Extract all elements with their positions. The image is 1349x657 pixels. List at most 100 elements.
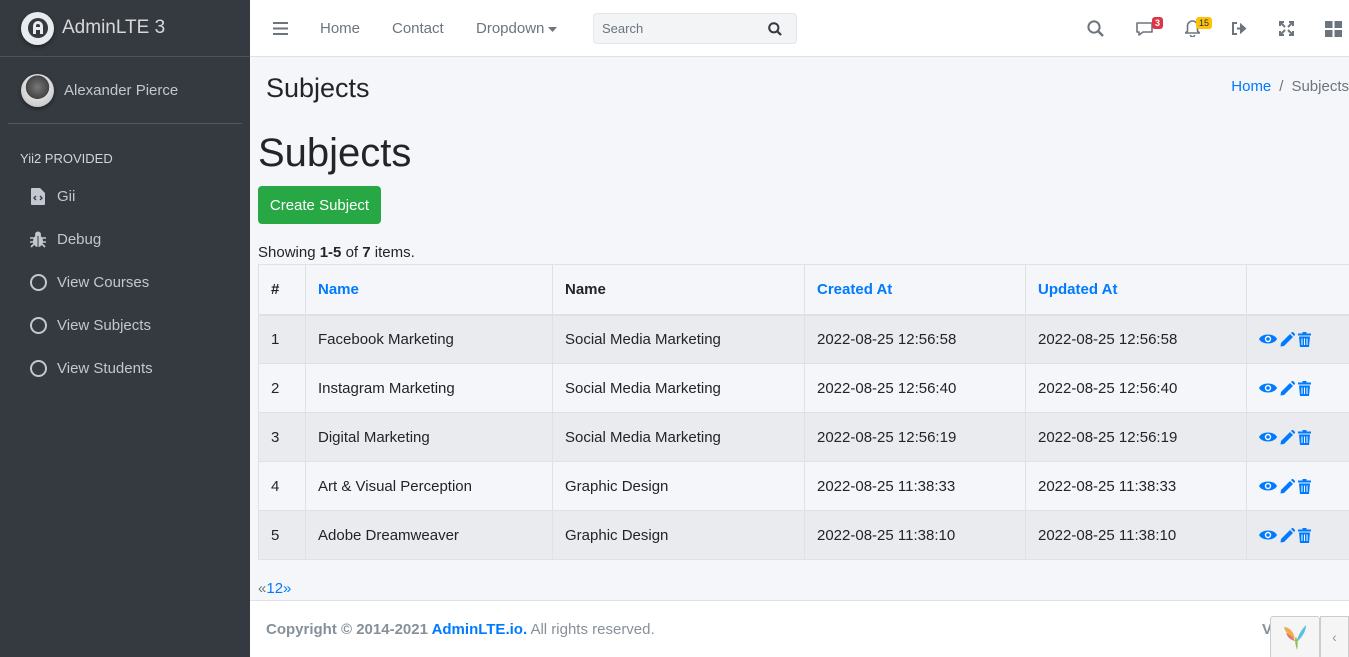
- user-avatar: [21, 73, 54, 107]
- breadcrumb: Home / Subjects: [1231, 78, 1349, 95]
- nav-link-contact[interactable]: Contact: [392, 0, 444, 57]
- main-sidebar: AdminLTE 3 Alexander Pierce Yii2 PROVIDE…: [0, 0, 250, 657]
- edit-pencil-icon[interactable]: [1280, 478, 1295, 494]
- grid-summary: Showing 1-5 of 7 items.: [258, 244, 415, 261]
- edit-pencil-icon[interactable]: [1280, 331, 1295, 347]
- cell-updated-at: 2022-08-25 12:56:58: [1025, 314, 1247, 364]
- notifications-badge: 15: [1196, 17, 1213, 29]
- delete-trash-icon[interactable]: [1298, 527, 1311, 543]
- search-icon[interactable]: [768, 21, 782, 36]
- cell-name: Instagram Marketing: [305, 363, 553, 413]
- summary-suffix: items.: [370, 244, 415, 261]
- sign-out-icon[interactable]: [1231, 0, 1248, 57]
- delete-trash-icon[interactable]: [1298, 331, 1311, 347]
- content-header-title: Subjects: [266, 73, 370, 103]
- summary-of: of: [341, 244, 363, 261]
- hamburger-menu-icon[interactable]: [273, 0, 288, 57]
- breadcrumb-current: Subjects: [1291, 78, 1349, 95]
- brand-text: AdminLTE 3: [62, 17, 166, 38]
- sidebar-item-view-subjects[interactable]: View Subjects: [0, 304, 250, 347]
- column-header-created-at[interactable]: Created At: [804, 264, 1026, 316]
- footer-rights: All rights reserved.: [527, 621, 655, 638]
- sidebar-item-gii[interactable]: Gii: [0, 175, 250, 218]
- summary-prefix: Showing: [258, 244, 320, 261]
- delete-trash-icon[interactable]: [1298, 478, 1311, 494]
- search-toggle-icon[interactable]: [1087, 0, 1104, 57]
- cell-number: 2: [258, 363, 306, 413]
- edit-pencil-icon[interactable]: [1280, 429, 1295, 445]
- delete-trash-icon[interactable]: [1298, 429, 1311, 445]
- bug-icon: [29, 231, 47, 249]
- nav-link-home[interactable]: Home: [320, 0, 360, 57]
- table-body: 1 Facebook Marketing Social Media Marketin…: [258, 314, 1349, 560]
- breadcrumb-home[interactable]: Home: [1231, 78, 1271, 95]
- edit-pencil-icon[interactable]: [1280, 527, 1295, 543]
- cell-created-at: 2022-08-25 12:56:19: [804, 412, 1026, 462]
- sidebar-item-debug[interactable]: Debug: [0, 218, 250, 261]
- notifications-bell-icon[interactable]: 15: [1185, 0, 1213, 57]
- chevron-left-icon[interactable]: ‹: [1320, 616, 1349, 657]
- cell-name: Facebook Marketing: [305, 314, 553, 364]
- cell-updated-at: 2022-08-25 11:38:10: [1025, 510, 1247, 560]
- sort-link-name[interactable]: Name: [318, 281, 359, 298]
- brand-link[interactable]: AdminLTE 3: [0, 0, 250, 57]
- delete-trash-icon[interactable]: [1298, 380, 1311, 396]
- cell-name: Art & Visual Perception: [305, 461, 553, 511]
- cell-course-name: Social Media Marketing: [552, 363, 805, 413]
- cell-number: 3: [258, 412, 306, 462]
- circle-icon: [29, 360, 47, 378]
- file-code-icon: [29, 188, 47, 206]
- nav-dropdown[interactable]: Dropdown: [476, 0, 558, 57]
- pager-page-2[interactable]: 2: [275, 580, 283, 597]
- top-navbar: Home Contact Dropdown 3 15: [250, 0, 1349, 57]
- cell-name: Adobe Dreamweaver: [305, 510, 553, 560]
- cell-actions: [1246, 314, 1349, 364]
- column-header-updated-at[interactable]: Updated At: [1025, 264, 1247, 316]
- create-subject-button[interactable]: Create Subject: [258, 186, 381, 224]
- pager-prev: «: [258, 580, 267, 597]
- pager-page-1[interactable]: 1: [266, 580, 274, 597]
- view-eye-icon[interactable]: [1259, 480, 1277, 492]
- breadcrumb-separator: /: [1279, 78, 1284, 95]
- fullscreen-icon[interactable]: [1279, 0, 1294, 57]
- sidebar-item-label: Debug: [57, 231, 102, 248]
- yii-debug-toolbar-logo-icon[interactable]: [1270, 616, 1320, 657]
- cell-course-name: Social Media Marketing: [552, 412, 805, 462]
- cell-actions: [1246, 461, 1349, 511]
- cell-created-at: 2022-08-25 12:56:40: [804, 363, 1026, 413]
- nav-header: Yii2 PROVIDED: [20, 151, 113, 166]
- sidebar-item-label: Gii: [57, 188, 76, 205]
- search-input[interactable]: [594, 21, 764, 36]
- pager-next[interactable]: »: [283, 580, 291, 597]
- sidebar-item-view-courses[interactable]: View Courses: [0, 261, 250, 304]
- user-name[interactable]: Alexander Pierce: [64, 82, 178, 99]
- summary-range: 1-5: [319, 244, 342, 261]
- column-header-name[interactable]: Name: [305, 264, 553, 316]
- table-row: 2 Instagram Marketing Social Media Marketi…: [258, 363, 1349, 413]
- cell-course-name: Graphic Design: [552, 510, 805, 560]
- pagination: « 1 2 »: [258, 580, 291, 597]
- cell-updated-at: 2022-08-25 11:38:33: [1025, 461, 1247, 511]
- user-panel[interactable]: Alexander Pierce: [8, 57, 242, 124]
- sidebar-item-label: View Subjects: [57, 317, 151, 334]
- table-row: 5 Adobe Dreamweaver Graphic Design 2022-08-…: [258, 510, 1349, 560]
- view-eye-icon[interactable]: [1259, 431, 1277, 443]
- column-header-number: #: [258, 264, 306, 316]
- view-eye-icon[interactable]: [1259, 333, 1277, 345]
- caret-down-icon: [548, 20, 558, 37]
- sort-link-created-at[interactable]: Created At: [817, 281, 892, 298]
- view-eye-icon[interactable]: [1259, 382, 1277, 394]
- cell-created-at: 2022-08-25 11:38:33: [804, 461, 1026, 511]
- view-eye-icon[interactable]: [1259, 529, 1277, 541]
- page-title: Subjects: [258, 131, 412, 175]
- navbar-search: [593, 13, 797, 44]
- edit-pencil-icon[interactable]: [1280, 380, 1295, 396]
- control-sidebar-grid-icon[interactable]: [1325, 0, 1342, 57]
- cell-updated-at: 2022-08-25 12:56:40: [1025, 363, 1247, 413]
- cell-number: 4: [258, 461, 306, 511]
- sort-link-updated-at[interactable]: Updated At: [1038, 281, 1117, 298]
- footer-brand-link[interactable]: AdminLTE.io.: [432, 621, 528, 638]
- sidebar-item-view-students[interactable]: View Students: [0, 347, 250, 390]
- messages-icon[interactable]: 3: [1135, 0, 1164, 57]
- cell-actions: [1246, 363, 1349, 413]
